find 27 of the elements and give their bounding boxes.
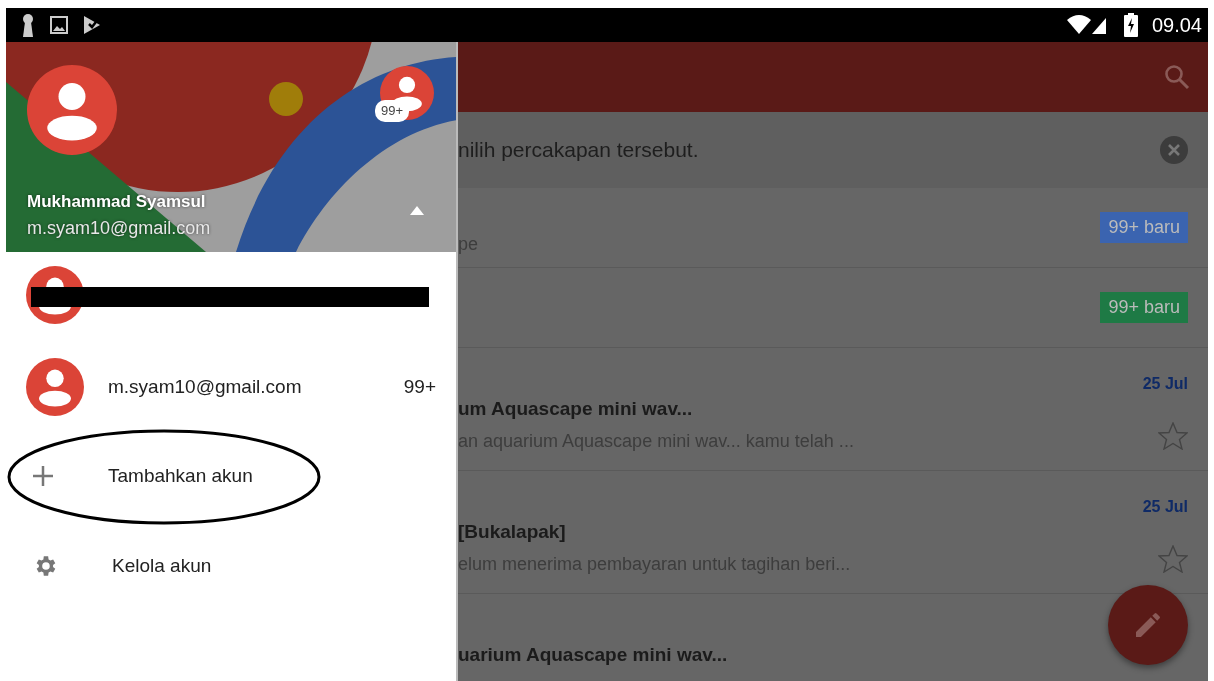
- message-date: 25 Jul: [1142, 374, 1188, 394]
- plus-icon: [32, 465, 54, 487]
- menu-item-label[interactable]: Kelola akun: [112, 551, 212, 581]
- flag-check-icon: [82, 14, 102, 36]
- caret-icon[interactable]: [410, 206, 424, 215]
- label-badge: 99+ baru: [1100, 292, 1188, 323]
- message-subject: um Aquascape mini wav...: [458, 397, 694, 421]
- compose-button[interactable]: [1108, 585, 1188, 665]
- search-icon[interactable]: [1164, 64, 1190, 90]
- image-icon: [50, 16, 68, 34]
- message-date: 25 Jul: [1142, 497, 1188, 517]
- keyhole-icon: [20, 13, 36, 37]
- star-icon[interactable]: [1158, 545, 1188, 573]
- star-icon[interactable]: [1158, 422, 1188, 450]
- label-badge: 99+ baru: [1100, 212, 1188, 243]
- message-subject: uarium Aquascape mini wav...: [458, 643, 728, 667]
- avatar-icon: [26, 358, 84, 416]
- menu-item-label[interactable]: Tambahkan akun: [108, 461, 253, 491]
- battery-icon: [1123, 13, 1138, 37]
- count-badge: 99+: [375, 100, 410, 122]
- unread-count: 99+: [403, 374, 436, 399]
- message-subject: [Bukalapak]: [458, 520, 567, 544]
- banner-text: nilih percakapan tersebut.: [458, 137, 699, 164]
- account-email[interactable]: m.syam10@gmail.com: [108, 372, 302, 402]
- close-icon[interactable]: [1160, 136, 1188, 164]
- clock-time: 09.04: [1151, 13, 1202, 38]
- avatar-icon: [27, 65, 117, 155]
